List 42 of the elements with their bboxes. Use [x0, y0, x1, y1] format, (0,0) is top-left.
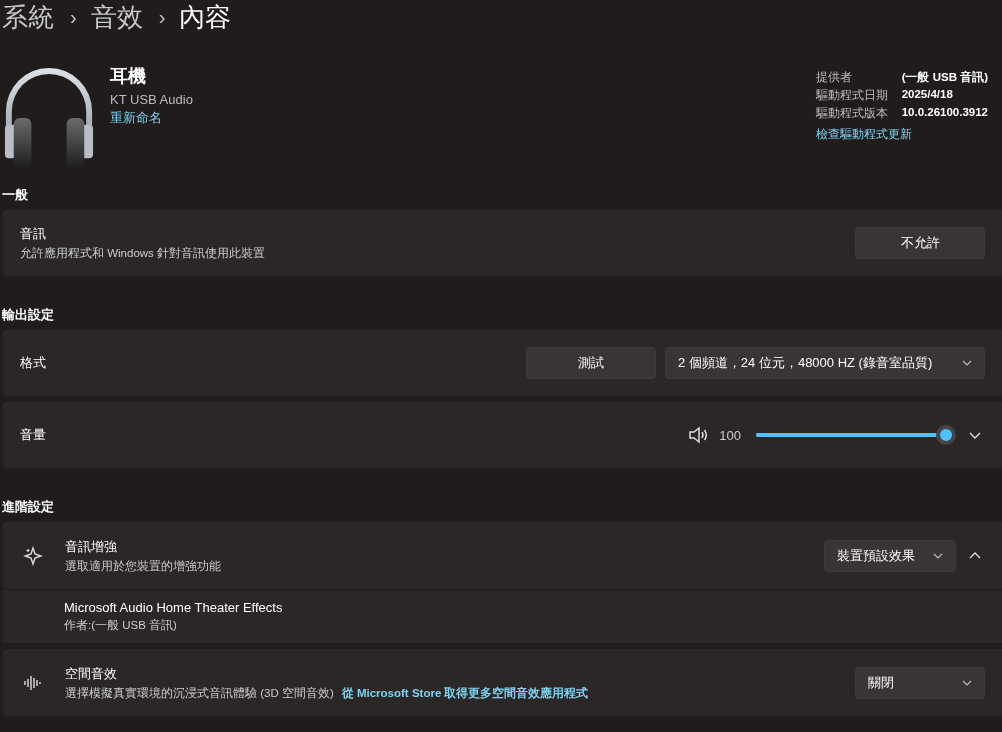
chevron-icon — [969, 552, 981, 559]
breadcrumb-separator: › — [158, 5, 166, 29]
setting-title: 音訊增強 — [65, 537, 118, 556]
sparkle-icon — [23, 545, 43, 566]
breadcrumb-item[interactable]: 系統 — [2, 0, 54, 35]
section-heading: 進階設定 — [2, 498, 55, 516]
volume-reading: 100 — [719, 427, 741, 443]
driver-info-value: 10.0.26100.3912 — [901, 106, 988, 120]
chevron-down-icon — [962, 360, 972, 366]
setting-description: 選取適用於您裝置的增強功能 — [65, 558, 221, 574]
section-heading: 輸出設定 — [2, 306, 55, 324]
driver-info-value: 2025/4/18 — [901, 88, 953, 102]
setting-title: 空間音效 — [65, 664, 118, 683]
section-heading: 一般 — [2, 186, 29, 204]
setting-description: 選擇模擬真實環境的沉浸式音訊體驗 (3D 空間音效) — [65, 685, 334, 701]
effect-author: 作者:(一般 USB 音訊) — [64, 618, 178, 633]
setting-title: 音量 — [20, 426, 46, 444]
setting-title: 音訊 — [20, 225, 47, 243]
format-dropdown[interactable]: 2 個頻道，24 位元，48000 HZ (錄音室品質) — [665, 347, 985, 379]
driver-info-value: (一般 USB 音訊) — [901, 70, 988, 85]
setting-title: 格式 — [20, 354, 46, 372]
rename-link[interactable]: 重新命名 — [110, 109, 193, 127]
effect-name: Microsoft Audio Home Theater Effects — [64, 600, 283, 615]
volume-slider[interactable] — [756, 425, 956, 445]
breadcrumb-item[interactable]: 音效 — [90, 0, 143, 35]
driver-info-label: 提供者 — [815, 70, 853, 85]
spatial-sound-dropdown[interactable]: 關閉 — [855, 666, 985, 699]
check-driver-update-link[interactable]: 檢查驅動程式更新 — [815, 126, 988, 143]
breadcrumb-item: 內容 — [179, 0, 232, 34]
chevron-down-icon — [962, 679, 972, 686]
device-name: 耳機 — [110, 65, 147, 88]
chevron-down-icon — [933, 552, 943, 559]
device-model: KT USB Audio — [110, 92, 193, 107]
disallow-button[interactable]: 不允許 — [855, 227, 985, 259]
microsoft-store-link[interactable]: 從 Microsoft Store 取得更多空間音效應用程式 — [341, 685, 589, 701]
driver-info-label: 驅動程式日期 — [815, 88, 889, 103]
chevron-icon — [969, 431, 981, 439]
breadcrumb-separator: › — [70, 5, 77, 29]
enhancement-dropdown[interactable]: 裝置預設效果 — [824, 539, 956, 572]
setting-description: 允許應用程式和 Windows 針對音訊使用此裝置 — [20, 246, 266, 261]
test-button[interactable]: 測試 — [526, 347, 656, 379]
driver-info-label: 驅動程式版本 — [815, 106, 889, 121]
